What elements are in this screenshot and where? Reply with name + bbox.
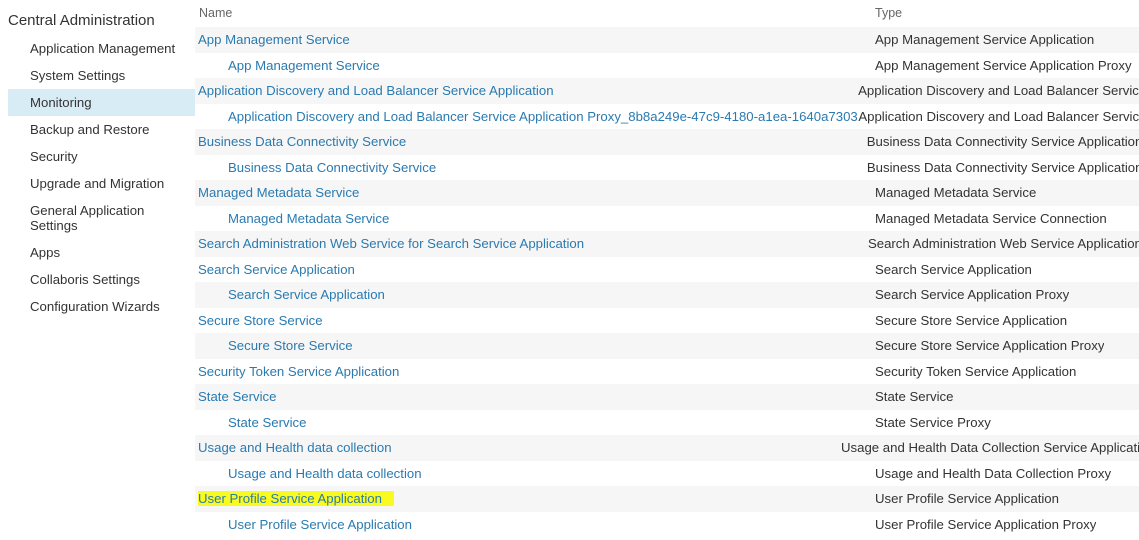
sidebar-item[interactable]: Collaboris Settings bbox=[8, 266, 195, 293]
service-link[interactable]: Application Discovery and Load Balancer … bbox=[228, 109, 858, 124]
table-row: Application Discovery and Load Balancer … bbox=[195, 104, 1139, 130]
table-row: State Service State Service Proxy bbox=[195, 410, 1139, 436]
cell-name: Application Discovery and Load Balancer … bbox=[195, 78, 858, 104]
sidebar-items: Application ManagementSystem SettingsMon… bbox=[8, 35, 195, 320]
table-header: Name Type bbox=[195, 6, 1139, 27]
cell-type: User Profile Service Application Proxy bbox=[875, 512, 1096, 538]
cell-name: Search Administration Web Service for Se… bbox=[195, 231, 868, 257]
sidebar-item[interactable]: Security bbox=[8, 143, 195, 170]
service-link[interactable]: Business Data Connectivity Service bbox=[228, 160, 436, 175]
cell-name: Usage and Health data collection bbox=[195, 435, 841, 461]
cell-type: App Management Service Application bbox=[875, 27, 1094, 53]
cell-name: User Profile Service Application bbox=[195, 486, 875, 512]
table-row: Search Administration Web Service for Se… bbox=[195, 231, 1139, 257]
cell-type: Managed Metadata Service bbox=[875, 180, 1036, 206]
table-row: Managed Metadata Service Managed Metadata… bbox=[195, 180, 1139, 206]
cell-name: Managed Metadata Service bbox=[195, 206, 875, 232]
cell-type: State Service bbox=[875, 384, 953, 410]
cell-name: State Service bbox=[195, 410, 875, 436]
cell-name: App Management Service bbox=[195, 27, 875, 53]
header-type[interactable]: Type bbox=[875, 6, 902, 20]
service-link[interactable]: User Profile Service Application bbox=[228, 517, 412, 532]
table-body: App Management Service App Management Ser… bbox=[195, 27, 1139, 537]
sidebar-nav: Central Administration Application Manag… bbox=[0, 0, 195, 540]
sidebar-item[interactable]: Application Management bbox=[8, 35, 195, 62]
cell-type: State Service Proxy bbox=[875, 410, 991, 436]
service-link[interactable]: State Service bbox=[198, 389, 276, 404]
service-link[interactable]: Usage and Health data collection bbox=[198, 440, 392, 455]
service-link[interactable]: Managed Metadata Service bbox=[228, 211, 389, 226]
service-link[interactable]: Usage and Health data collection bbox=[228, 466, 422, 481]
table-row: App Management Service App Management Ser… bbox=[195, 27, 1139, 53]
table-row: Managed Metadata Service Managed Metadata… bbox=[195, 206, 1139, 232]
cell-type: Application Discovery and Load Balancer … bbox=[858, 78, 1139, 104]
cell-name: Business Data Connectivity Service bbox=[195, 129, 867, 155]
cell-type: Search Service Application Proxy bbox=[875, 282, 1069, 308]
sidebar-item[interactable]: Upgrade and Migration bbox=[8, 170, 195, 197]
cell-name: App Management Service bbox=[195, 53, 875, 79]
service-link[interactable]: Search Service Application bbox=[198, 262, 355, 277]
cell-name: Security Token Service Application bbox=[195, 359, 875, 385]
cell-type: User Profile Service Application bbox=[875, 486, 1059, 512]
service-link[interactable]: Application Discovery and Load Balancer … bbox=[198, 83, 554, 98]
table-row: User Profile Service Application User Pro… bbox=[195, 486, 1139, 512]
cell-name: Managed Metadata Service bbox=[195, 180, 875, 206]
table-row: Application Discovery and Load Balancer … bbox=[195, 78, 1139, 104]
service-link[interactable]: App Management Service bbox=[198, 32, 350, 47]
cell-name: Business Data Connectivity Service bbox=[195, 155, 867, 181]
service-link[interactable]: Search Administration Web Service for Se… bbox=[198, 236, 584, 251]
table-row: Business Data Connectivity Service Busine… bbox=[195, 129, 1139, 155]
table-row: App Management Service App Management Ser… bbox=[195, 53, 1139, 79]
table-row: Usage and Health data collection Usage an… bbox=[195, 461, 1139, 487]
cell-name: Application Discovery and Load Balancer … bbox=[195, 104, 858, 130]
sidebar-item[interactable]: Configuration Wizards bbox=[8, 293, 195, 320]
cell-name: User Profile Service Application bbox=[195, 512, 875, 538]
cell-type: Search Administration Web Service Applic… bbox=[868, 231, 1139, 257]
header-name[interactable]: Name bbox=[195, 6, 875, 20]
cell-name: Secure Store Service bbox=[195, 333, 875, 359]
table-row: Business Data Connectivity Service Busine… bbox=[195, 155, 1139, 181]
cell-type: Usage and Health Data Collection Proxy bbox=[875, 461, 1111, 487]
sidebar-item[interactable]: Monitoring bbox=[8, 89, 195, 116]
cell-type: Security Token Service Application bbox=[875, 359, 1076, 385]
service-link[interactable]: Secure Store Service bbox=[228, 338, 353, 353]
table-row: Security Token Service Application Securi… bbox=[195, 359, 1139, 385]
sidebar-item[interactable]: Apps bbox=[8, 239, 195, 266]
cell-type: Application Discovery and Load Balancer … bbox=[858, 104, 1139, 130]
table-row: Search Service Application Search Service… bbox=[195, 282, 1139, 308]
cell-type: Secure Store Service Application bbox=[875, 308, 1067, 334]
cell-type: Business Data Connectivity Service Appli… bbox=[867, 129, 1139, 155]
sidebar-item[interactable]: General Application Settings bbox=[8, 197, 195, 239]
service-link[interactable]: User Profile Service Application bbox=[198, 491, 394, 506]
service-link[interactable]: App Management Service bbox=[228, 58, 380, 73]
cell-name: Search Service Application bbox=[195, 282, 875, 308]
sidebar-item[interactable]: Backup and Restore bbox=[8, 116, 195, 143]
table-row: Usage and Health data collection Usage an… bbox=[195, 435, 1139, 461]
table-row: Search Service Application Search Service… bbox=[195, 257, 1139, 283]
table-row: Secure Store Service Secure Store Service… bbox=[195, 333, 1139, 359]
cell-type: Search Service Application bbox=[875, 257, 1032, 283]
table-row: Secure Store Service Secure Store Service… bbox=[195, 308, 1139, 334]
service-link[interactable]: Managed Metadata Service bbox=[198, 185, 359, 200]
service-link[interactable]: Business Data Connectivity Service bbox=[198, 134, 406, 149]
cell-type: Business Data Connectivity Service Appli… bbox=[867, 155, 1139, 181]
cell-type: App Management Service Application Proxy bbox=[875, 53, 1132, 79]
service-link[interactable]: Search Service Application bbox=[228, 287, 385, 302]
service-link[interactable]: Secure Store Service bbox=[198, 313, 323, 328]
sidebar-title: Central Administration bbox=[8, 8, 195, 35]
service-link[interactable]: Security Token Service Application bbox=[198, 364, 399, 379]
cell-type: Managed Metadata Service Connection bbox=[875, 206, 1107, 232]
cell-type: Usage and Health Data Collection Service… bbox=[841, 435, 1139, 461]
main-content: Name Type App Management ServiceApp Mana… bbox=[195, 0, 1139, 540]
table-row: State Service State Service bbox=[195, 384, 1139, 410]
cell-name: Secure Store Service bbox=[195, 308, 875, 334]
table-row: User Profile Service Application User Pro… bbox=[195, 512, 1139, 538]
cell-type: Secure Store Service Application Proxy bbox=[875, 333, 1104, 359]
cell-name: Usage and Health data collection bbox=[195, 461, 875, 487]
sidebar-item[interactable]: System Settings bbox=[8, 62, 195, 89]
cell-name: State Service bbox=[195, 384, 875, 410]
cell-name: Search Service Application bbox=[195, 257, 875, 283]
service-link[interactable]: State Service bbox=[228, 415, 306, 430]
